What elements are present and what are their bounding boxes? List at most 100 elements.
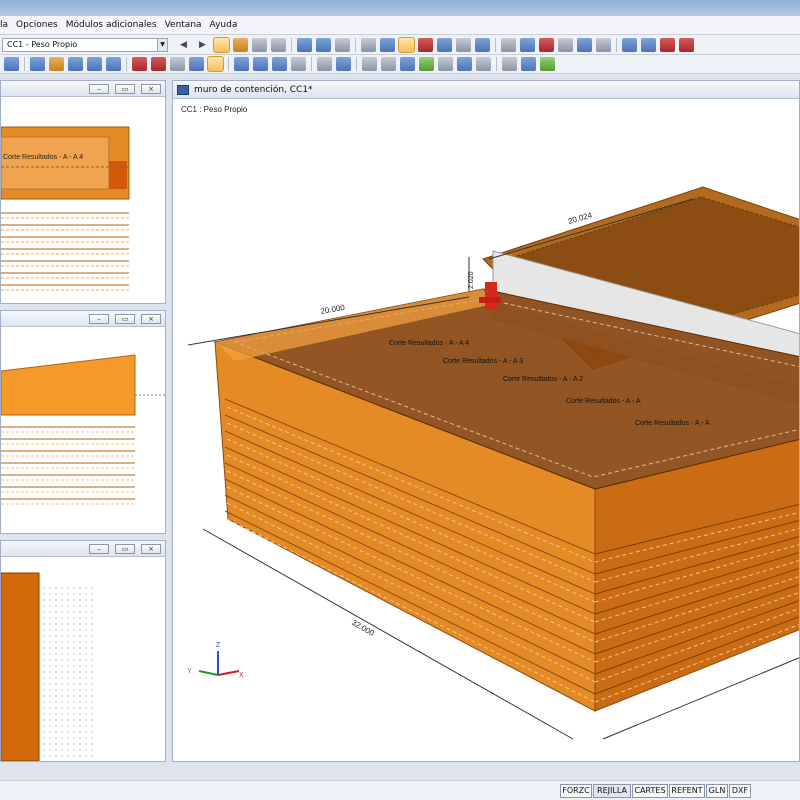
status-refent-button[interactable]: REFENT — [669, 784, 705, 798]
rotate-icon[interactable] — [170, 57, 185, 71]
maximize-button[interactable]: ▭ — [115, 314, 135, 324]
next-icon[interactable]: ▶ — [195, 38, 210, 52]
load-case-value: CC1 - Peso Propio — [7, 40, 78, 49]
minimize-button[interactable]: – — [89, 544, 109, 554]
view-y-icon[interactable] — [253, 57, 268, 71]
export-icon[interactable] — [660, 37, 675, 52]
section-label: Corte Resultados - A - A 4 — [389, 340, 469, 347]
separator — [311, 57, 312, 71]
menu-ventana[interactable]: Ventana — [165, 20, 202, 30]
view-z-icon[interactable] — [272, 57, 287, 71]
minimize-button[interactable]: – — [89, 314, 109, 324]
iso-view-icon[interactable] — [189, 57, 204, 71]
menu-opciones[interactable]: Opciones — [16, 20, 58, 30]
axes-icon[interactable] — [291, 57, 306, 71]
status-rejilla-button[interactable]: REJILLA — [593, 784, 631, 798]
node-icon[interactable] — [437, 37, 452, 52]
maximize-button[interactable]: ▭ — [115, 84, 135, 94]
filter-icon[interactable] — [362, 57, 377, 71]
close-button[interactable]: × — [141, 544, 161, 554]
hinge-icon[interactable] — [520, 37, 535, 52]
select-surface-icon[interactable] — [68, 57, 83, 71]
status-bar: FORZC REJILLA CARTES REFENT GLN DXF — [0, 780, 800, 800]
scale-icon[interactable] — [271, 37, 286, 52]
support-icon[interactable] — [418, 37, 433, 52]
side-window-top: – ▭ × Corte Resultados - A - A 4 — [0, 80, 166, 304]
maximize-button[interactable]: ▭ — [115, 544, 135, 554]
measure-icon[interactable] — [317, 57, 332, 71]
chart-icon[interactable] — [380, 37, 395, 52]
member-icon[interactable] — [316, 37, 331, 52]
layer-icon[interactable] — [400, 57, 415, 71]
report-icon[interactable] — [622, 37, 637, 52]
status-gln-button[interactable]: GLN — [706, 784, 728, 798]
grid-icon[interactable] — [335, 37, 350, 52]
grid-snap-icon[interactable] — [457, 57, 472, 71]
table-view-icon[interactable] — [476, 57, 491, 71]
section-label: Corte Resultados - A - A — [635, 420, 710, 427]
values-icon[interactable] — [233, 37, 248, 52]
prev-icon[interactable]: ◀ — [176, 38, 191, 52]
settings-icon[interactable] — [558, 37, 573, 52]
pdf-icon[interactable] — [679, 37, 694, 52]
arrange-icon[interactable] — [438, 57, 453, 71]
menu-modulos-adicionales[interactable]: Módulos adicionales — [66, 20, 157, 30]
results-icon[interactable] — [213, 36, 230, 53]
minimize-button[interactable]: – — [89, 84, 109, 94]
separator — [495, 37, 496, 52]
view-x-icon[interactable] — [234, 57, 249, 71]
clipping-icon[interactable] — [381, 57, 396, 71]
status-dxf-button[interactable]: DXF — [729, 784, 751, 798]
panel-icon[interactable] — [521, 57, 536, 71]
render-icon[interactable] — [577, 37, 592, 52]
color-icon[interactable] — [336, 57, 351, 71]
delete-icon[interactable] — [539, 37, 554, 52]
select-icon[interactable] — [30, 57, 45, 71]
side-view-bottom — [0, 572, 93, 762]
notes-icon[interactable] — [502, 57, 517, 71]
dimension-label: 32.000 — [350, 618, 376, 638]
axis-y-label: Y — [187, 668, 192, 675]
side-window-titlebar: – ▭ × — [1, 311, 165, 327]
view-icon[interactable] — [252, 37, 267, 52]
section-label: Corte Resultados - A - A 3 — [443, 358, 523, 365]
render-mode-icon[interactable] — [207, 56, 224, 72]
section-label: Corte Resultados - A - A 2 — [503, 376, 583, 383]
section-label: Corte Resultados - A - A — [566, 398, 641, 405]
main-3d-window: muro de contención, CC1* CC1 : Peso Prop… — [172, 80, 800, 762]
menu-ayuda[interactable]: Ayuda — [210, 20, 238, 30]
table-icon[interactable] — [361, 37, 376, 52]
pan-icon[interactable] — [151, 57, 166, 71]
side-window-middle: – ▭ × — [0, 310, 166, 534]
status-forzc-button[interactable]: FORZC — [560, 784, 592, 798]
select-solid-icon[interactable] — [87, 57, 102, 71]
model-viewport[interactable]: CC1 : Peso Propio 20.000 20.024 2.020 32… — [173, 99, 800, 761]
main-window-titlebar: muro de contención, CC1* — [173, 81, 799, 99]
legend-icon[interactable] — [540, 57, 555, 71]
menu-archivo[interactable]: la — [0, 20, 8, 30]
new-icon[interactable] — [4, 57, 19, 71]
toolbar-main: CC1 - Peso Propio ▼ ◀ ▶ — [0, 35, 800, 55]
section-icon[interactable] — [297, 37, 312, 52]
close-button[interactable]: × — [141, 314, 161, 324]
model-icon — [177, 84, 189, 95]
select-load-icon[interactable] — [106, 57, 121, 71]
chevron-down-icon[interactable]: ▼ — [157, 38, 167, 51]
load-case-select[interactable]: CC1 - Peso Propio ▼ — [2, 37, 168, 52]
separator — [228, 57, 229, 71]
axis-x-label: X — [239, 672, 244, 679]
line-icon[interactable] — [456, 37, 471, 52]
zoom-icon[interactable] — [132, 57, 147, 71]
load-case-caption: CC1 : Peso Propio — [181, 105, 248, 114]
status-cartes-button[interactable]: CARTES — [632, 784, 668, 798]
surface-icon[interactable] — [475, 37, 490, 52]
print-icon[interactable] — [641, 37, 656, 52]
display-icon[interactable] — [398, 36, 415, 53]
check-icon[interactable] — [419, 57, 434, 71]
gear-icon[interactable] — [596, 37, 611, 52]
close-button[interactable]: × — [141, 84, 161, 94]
select-member-icon[interactable] — [49, 57, 64, 71]
main-window-title: muro de contención, CC1* — [194, 84, 313, 95]
link-icon[interactable] — [501, 37, 516, 52]
separator — [496, 57, 497, 71]
